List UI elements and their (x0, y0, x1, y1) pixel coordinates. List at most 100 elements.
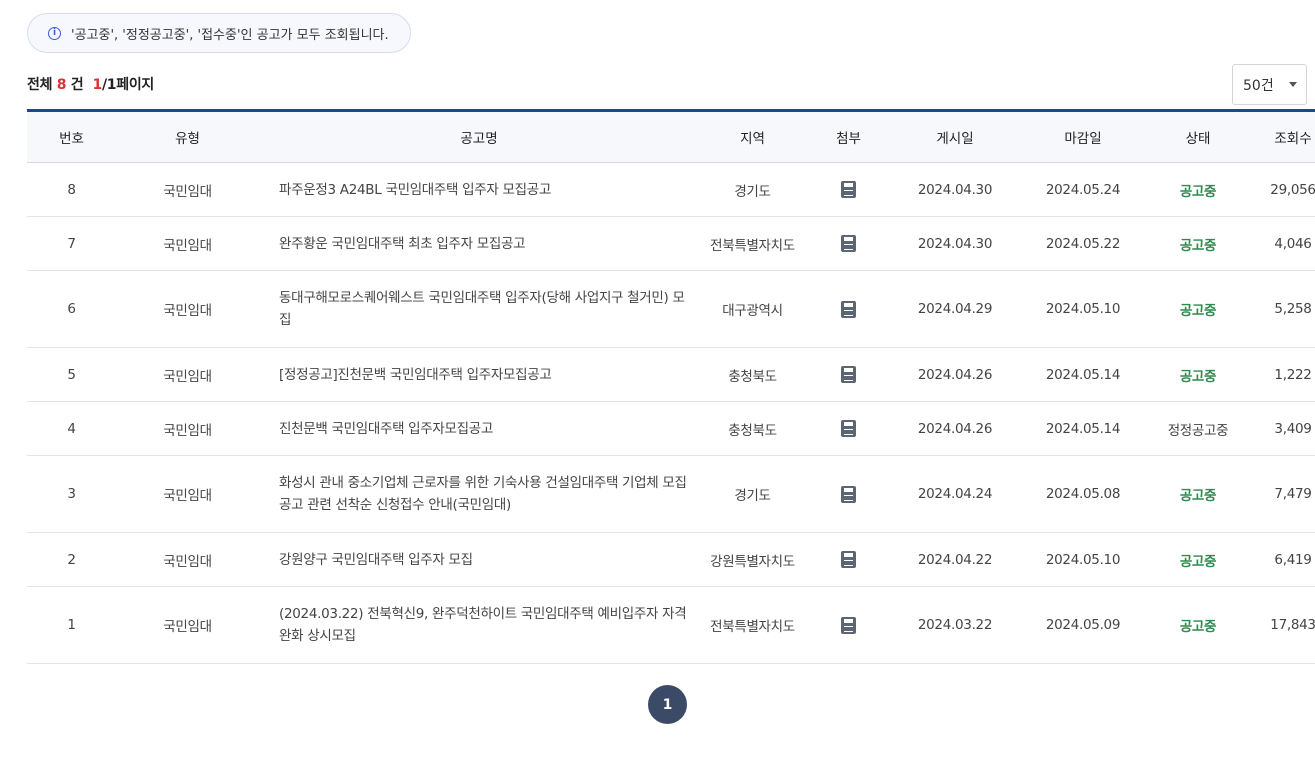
row-type: 국민임대 (116, 532, 259, 587)
row-views: 1,222 (1249, 347, 1315, 402)
row-views: 29,056 (1249, 162, 1315, 217)
row-deadline: 2024.05.22 (1019, 216, 1147, 271)
file-icon[interactable] (841, 181, 856, 198)
file-icon[interactable] (841, 485, 856, 503)
row-status: 공고중 (1147, 162, 1249, 217)
table-row: 1 국민임대 (2024.03.22) 전북혁신9, 완주덕천하이트 국민임대주… (27, 586, 1315, 664)
row-no: 2 (27, 532, 116, 587)
header-attachment: 첨부 (806, 110, 891, 163)
row-status: 공고중 (1147, 270, 1249, 348)
row-attachment (806, 532, 891, 587)
summary-page-suffix: /1페이지 (101, 77, 154, 93)
file-icon[interactable] (841, 551, 856, 568)
row-attachment (806, 401, 891, 456)
row-attachment (806, 270, 891, 348)
row-region: 충청북도 (699, 347, 806, 402)
row-no: 1 (27, 586, 116, 664)
summary-total: 8 (56, 77, 67, 93)
row-no: 4 (27, 401, 116, 456)
row-title-link[interactable]: 동대구해모로스퀘어웨스트 국민임대주택 입주자(당해 사업지구 철거민) 모집 (259, 270, 699, 348)
row-no: 7 (27, 216, 116, 271)
row-views: 4,046 (1249, 216, 1315, 271)
row-deadline: 2024.05.24 (1019, 162, 1147, 217)
summary-unit: 건 (70, 77, 84, 93)
row-attachment (806, 216, 891, 271)
row-type: 국민임대 (116, 270, 259, 348)
table-row: 4 국민임대 진천문백 국민임대주택 입주자모집공고 충청북도 2024.04.… (27, 401, 1315, 456)
table-header-row: 번호 유형 공고명 지역 첨부 게시일 마감일 상태 조회수 (27, 110, 1315, 163)
row-title-link[interactable]: 완주황운 국민임대주택 최초 입주자 모집공고 (259, 216, 699, 271)
row-type: 국민임대 (116, 401, 259, 456)
row-type: 국민임대 (116, 216, 259, 271)
file-icon[interactable] (841, 420, 856, 437)
info-icon: i (48, 26, 61, 40)
header-posted: 게시일 (891, 110, 1019, 163)
row-no: 3 (27, 455, 116, 533)
result-summary: 전체 8 건 1/1페이지 (27, 74, 154, 94)
table-row: 8 국민임대 파주운정3 A24BL 국민임대주택 입주자 모집공고 경기도 2… (27, 162, 1315, 217)
row-views: 5,258 (1249, 270, 1315, 348)
file-icon[interactable] (841, 366, 856, 383)
row-posted: 2024.04.30 (891, 162, 1019, 217)
header-type: 유형 (116, 110, 259, 163)
row-views: 6,419 (1249, 532, 1315, 587)
notice-table-container: 번호 유형 공고명 지역 첨부 게시일 마감일 상태 조회수 8 국민임대 파주… (27, 109, 1315, 664)
row-title-link[interactable]: (2024.03.22) 전북혁신9, 완주덕천하이트 국민임대주택 예비입주자… (259, 586, 699, 664)
row-region: 대구광역시 (699, 270, 806, 348)
row-views: 3,409 (1249, 401, 1315, 456)
row-status: 공고중 (1147, 347, 1249, 402)
chevron-down-icon (1289, 82, 1297, 87)
notice-banner: i '공고중', '정정공고중', '접수중'인 공고가 모두 조회됩니다. (27, 13, 411, 53)
row-views: 17,843 (1249, 586, 1315, 664)
table-row: 5 국민임대 [정정공고]진천문백 국민임대주택 입주자모집공고 충청북도 20… (27, 347, 1315, 402)
row-region: 경기도 (699, 162, 806, 217)
row-posted: 2024.04.26 (891, 401, 1019, 456)
row-deadline: 2024.05.14 (1019, 347, 1147, 402)
row-posted: 2024.03.22 (891, 586, 1019, 664)
row-posted: 2024.04.29 (891, 270, 1019, 348)
row-region: 전북특별자치도 (699, 216, 806, 271)
table-row: 6 국민임대 동대구해모로스퀘어웨스트 국민임대주택 입주자(당해 사업지구 철… (27, 270, 1315, 348)
row-posted: 2024.04.22 (891, 532, 1019, 587)
row-title-link[interactable]: 파주운정3 A24BL 국민임대주택 입주자 모집공고 (259, 162, 699, 217)
row-views: 7,479 (1249, 455, 1315, 533)
summary-current-page: 1 (92, 77, 103, 93)
row-no: 6 (27, 270, 116, 348)
pagination-page-1-button[interactable]: 1 (648, 685, 687, 724)
row-deadline: 2024.05.08 (1019, 455, 1147, 533)
row-status: 공고중 (1147, 586, 1249, 664)
row-attachment (806, 162, 891, 217)
table-row: 3 국민임대 화성시 관내 중소기업체 근로자를 위한 기숙사용 건설임대주택 … (27, 455, 1315, 533)
row-region: 강원특별자치도 (699, 532, 806, 587)
row-title-link[interactable]: 진천문백 국민임대주택 입주자모집공고 (259, 401, 699, 456)
row-region: 경기도 (699, 455, 806, 533)
file-icon[interactable] (841, 300, 856, 318)
file-icon[interactable] (841, 616, 856, 634)
row-no: 5 (27, 347, 116, 402)
row-type: 국민임대 (116, 586, 259, 664)
header-title: 공고명 (259, 110, 699, 163)
row-no: 8 (27, 162, 116, 217)
row-status: 정정공고중 (1147, 401, 1249, 456)
row-status: 공고중 (1147, 216, 1249, 271)
header-region: 지역 (699, 110, 806, 163)
header-no: 번호 (27, 110, 116, 163)
file-icon[interactable] (841, 235, 856, 252)
row-title-link[interactable]: 강원양구 국민임대주택 입주자 모집 (259, 532, 699, 587)
row-type: 국민임대 (116, 347, 259, 402)
row-status: 공고중 (1147, 455, 1249, 533)
row-posted: 2024.04.26 (891, 347, 1019, 402)
header-views: 조회수 (1249, 110, 1315, 163)
row-title-link[interactable]: 화성시 관내 중소기업체 근로자를 위한 기숙사용 건설임대주택 기업체 모집공… (259, 455, 699, 533)
page-size-select[interactable]: 50건 (1232, 64, 1307, 105)
row-attachment (806, 347, 891, 402)
row-title-link[interactable]: [정정공고]진천문백 국민임대주택 입주자모집공고 (259, 347, 699, 402)
row-posted: 2024.04.30 (891, 216, 1019, 271)
row-attachment (806, 586, 891, 664)
row-deadline: 2024.05.09 (1019, 586, 1147, 664)
row-deadline: 2024.05.14 (1019, 401, 1147, 456)
row-status: 공고중 (1147, 532, 1249, 587)
page-size-value: 50건 (1243, 77, 1274, 94)
row-attachment (806, 455, 891, 533)
row-type: 국민임대 (116, 162, 259, 217)
